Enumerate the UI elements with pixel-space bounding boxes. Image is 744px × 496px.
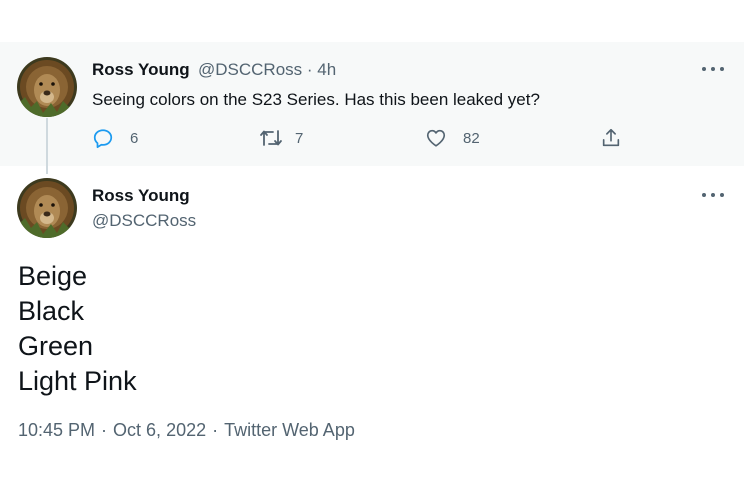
reply-icon — [93, 129, 113, 149]
parent-author-meta: @DSCCRoss · 4h — [198, 60, 337, 79]
parent-author-handle[interactable]: @DSCCRoss — [198, 60, 302, 79]
reply-button[interactable]: 6 — [92, 127, 138, 149]
lion-avatar-image — [17, 178, 77, 238]
tweet-date[interactable]: Oct 6, 2022 — [113, 420, 206, 440]
tweet-line: Green — [18, 331, 94, 361]
thread-connector — [46, 118, 48, 174]
reply-count: 6 — [130, 129, 139, 147]
like-icon — [426, 129, 446, 147]
tweet-line: Black — [18, 296, 85, 326]
tweet-line: Light Pink — [18, 366, 137, 396]
share-button[interactable] — [600, 127, 622, 149]
share-icon — [602, 128, 620, 147]
more-icon[interactable] — [702, 188, 724, 202]
tweet-source[interactable]: Twitter Web App — [224, 420, 355, 440]
avatar[interactable] — [17, 178, 77, 238]
tweet-line: Beige — [18, 261, 88, 291]
lion-avatar-image — [17, 57, 77, 117]
tweet-time[interactable]: 10:45 PM — [18, 420, 95, 440]
parent-author-name[interactable]: Ross Young — [92, 60, 190, 80]
parent-tweet-time[interactable]: 4h — [317, 60, 336, 79]
avatar[interactable] — [17, 57, 77, 117]
retweet-button[interactable]: 7 — [259, 127, 303, 149]
tweet-body: Beige Black Green Light Pink — [18, 259, 137, 399]
tweet-metadata: 10:45 PM · Oct 6, 2022 · Twitter Web App — [18, 420, 355, 440]
parent-tweet-text: Seeing colors on the S23 Series. Has thi… — [92, 90, 540, 109]
retweet-count: 7 — [295, 129, 304, 147]
like-button[interactable]: 82 — [425, 127, 480, 149]
author-name[interactable]: Ross Young — [92, 186, 190, 206]
like-count: 82 — [463, 129, 480, 147]
author-handle[interactable]: @DSCCRoss — [92, 211, 196, 231]
more-icon[interactable] — [702, 62, 724, 76]
retweet-icon — [260, 130, 282, 146]
